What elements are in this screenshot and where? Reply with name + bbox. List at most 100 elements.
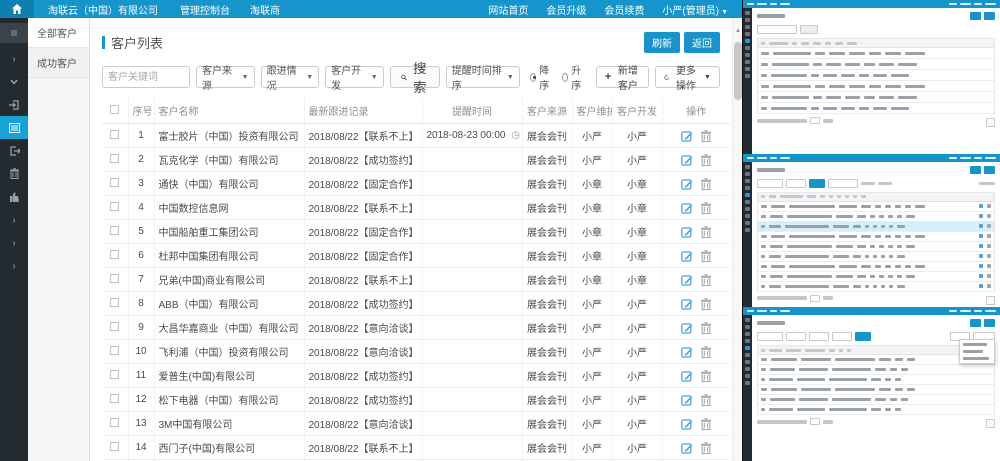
row-checkbox[interactable] <box>110 370 119 379</box>
remind-sort-select[interactable]: 提醒时间排序▼ <box>446 66 520 88</box>
sidebar-item-2[interactable] <box>0 70 28 93</box>
search-button[interactable]: 搜索 <box>390 66 440 88</box>
user-menu[interactable]: 小严(管理员)▼ <box>662 2 728 17</box>
row-checkbox[interactable] <box>110 346 119 355</box>
edit-icon[interactable] <box>681 370 693 382</box>
more-actions-button[interactable]: 更多操作▼ <box>655 66 720 88</box>
row-checkbox[interactable] <box>110 130 119 139</box>
edit-icon[interactable] <box>681 298 693 310</box>
cell-name[interactable]: 大昌华嘉商业（中国）有限公司 <box>154 316 304 340</box>
cell-name[interactable]: 松下电器（中国）有限公司 <box>154 388 304 412</box>
cell-name[interactable]: 3M中国有限公司 <box>154 412 304 436</box>
edit-icon[interactable] <box>681 346 693 358</box>
trash-icon[interactable] <box>701 322 711 334</box>
cell-name[interactable]: 通快（中国）有限公司 <box>154 172 304 196</box>
cell-no: 3 <box>128 172 154 196</box>
edit-icon[interactable] <box>681 418 693 430</box>
menu-item-site-home[interactable]: 网站首页 <box>488 2 528 17</box>
row-checkbox[interactable] <box>110 298 119 307</box>
trash-icon[interactable] <box>701 154 711 166</box>
sidebar-item-3[interactable] <box>0 93 28 116</box>
desc-radio[interactable]: 降序 <box>530 62 552 92</box>
scrollbar-thumb[interactable] <box>734 42 742 100</box>
sidebar-item-0[interactable]: ≡ <box>0 23 28 43</box>
cell-name[interactable]: 兄弟(中国)商业有限公司 <box>154 268 304 292</box>
trash-icon[interactable] <box>701 178 711 190</box>
edit-icon[interactable] <box>681 130 693 142</box>
trash-icon[interactable] <box>701 394 711 406</box>
sidebar-item-4[interactable] <box>0 116 28 139</box>
trash-icon[interactable] <box>701 250 711 262</box>
trash-icon[interactable] <box>701 418 711 430</box>
trash-icon[interactable] <box>701 226 711 238</box>
brand-title[interactable]: 淘联云（中国）有限公司 <box>48 2 158 17</box>
row-checkbox[interactable] <box>110 226 119 235</box>
edit-icon[interactable] <box>681 322 693 334</box>
trash-icon[interactable] <box>701 346 711 358</box>
cell-name[interactable]: 瓦克化学（中国）有限公司 <box>154 148 304 172</box>
menu-item-console[interactable]: 管理控制台 <box>180 2 230 17</box>
asc-radio[interactable]: 升序 <box>562 62 584 92</box>
search-icon <box>401 73 407 82</box>
row-checkbox[interactable] <box>110 202 119 211</box>
edit-icon[interactable] <box>681 274 693 286</box>
developer-select[interactable]: 客户开发▼ <box>325 66 384 88</box>
cell-name[interactable]: 飞利浦（中国）投资有限公司 <box>154 340 304 364</box>
home-button[interactable] <box>0 0 34 18</box>
edit-icon[interactable] <box>681 250 693 262</box>
vertical-scrollbar[interactable]: ▲ <box>732 18 742 461</box>
trash-icon[interactable] <box>701 298 711 310</box>
submenu-item-success-customers[interactable]: 成功客户 <box>28 48 89 78</box>
row-checkbox[interactable] <box>110 322 119 331</box>
thumbnail-report-page[interactable] <box>742 0 1000 154</box>
row-checkbox[interactable] <box>110 442 119 451</box>
row-checkbox[interactable] <box>110 394 119 403</box>
edit-icon[interactable] <box>681 394 693 406</box>
cell-name[interactable]: ABB（中国）有限公司 <box>154 292 304 316</box>
row-checkbox[interactable] <box>110 154 119 163</box>
sidebar-item-8[interactable]: › <box>0 208 28 231</box>
cell-no: 11 <box>128 364 154 388</box>
select-all-checkbox[interactable] <box>110 105 119 114</box>
cell-no: 14 <box>128 436 154 460</box>
trash-icon[interactable] <box>701 130 711 142</box>
edit-icon[interactable] <box>681 442 693 454</box>
menu-item-shop[interactable]: 淘联商 <box>250 2 280 17</box>
cell-name[interactable]: 中国船舶重工集团公司 <box>154 220 304 244</box>
follow-status-select[interactable]: 跟进情况▼ <box>261 66 320 88</box>
sidebar-item-10[interactable]: › <box>0 254 28 277</box>
thumbnail-records-page[interactable] <box>742 154 1000 308</box>
submenu-item-all-customers[interactable]: 全部客户 <box>28 18 89 48</box>
source-select[interactable]: 客户来源▼ <box>196 66 255 88</box>
sidebar-item-7[interactable] <box>0 185 28 208</box>
trash-icon[interactable] <box>701 442 711 454</box>
cell-name[interactable]: 富士胶片（中国）投资有限公司 <box>154 124 304 148</box>
refresh-button[interactable]: 刷新 <box>644 32 680 53</box>
cell-name[interactable]: 西门子(中国)有限公司 <box>154 436 304 460</box>
menu-item-member-renew[interactable]: 会员续费 <box>604 2 644 17</box>
edit-icon[interactable] <box>681 154 693 166</box>
keyword-input[interactable] <box>102 66 190 88</box>
edit-icon[interactable] <box>681 202 693 214</box>
row-checkbox[interactable] <box>110 250 119 259</box>
sidebar-item-9[interactable]: › <box>0 231 28 254</box>
cell-name[interactable]: 爱普生(中国)有限公司 <box>154 364 304 388</box>
edit-icon[interactable] <box>681 226 693 238</box>
row-checkbox[interactable] <box>110 418 119 427</box>
trash-icon[interactable] <box>701 274 711 286</box>
row-checkbox[interactable] <box>110 178 119 187</box>
cell-name[interactable]: 中国数控信息网 <box>154 196 304 220</box>
back-button[interactable]: 返回 <box>684 32 720 53</box>
menu-item-member-upgrade[interactable]: 会员升级 <box>546 2 586 17</box>
sidebar-item-6[interactable] <box>0 162 28 185</box>
row-checkbox[interactable] <box>110 274 119 283</box>
cell-name[interactable]: 杜邦中国集团有限公司 <box>154 244 304 268</box>
trash-icon[interactable] <box>701 370 711 382</box>
thumbnail-customer-page[interactable] <box>742 307 1000 461</box>
add-customer-button[interactable]: +新增客户 <box>596 66 650 88</box>
sidebar-item-5[interactable] <box>0 139 28 162</box>
trash-icon[interactable] <box>701 202 711 214</box>
cell-source: 展会会刊 <box>522 220 572 244</box>
edit-icon[interactable] <box>681 178 693 190</box>
sidebar-item-1[interactable]: › <box>0 47 28 70</box>
